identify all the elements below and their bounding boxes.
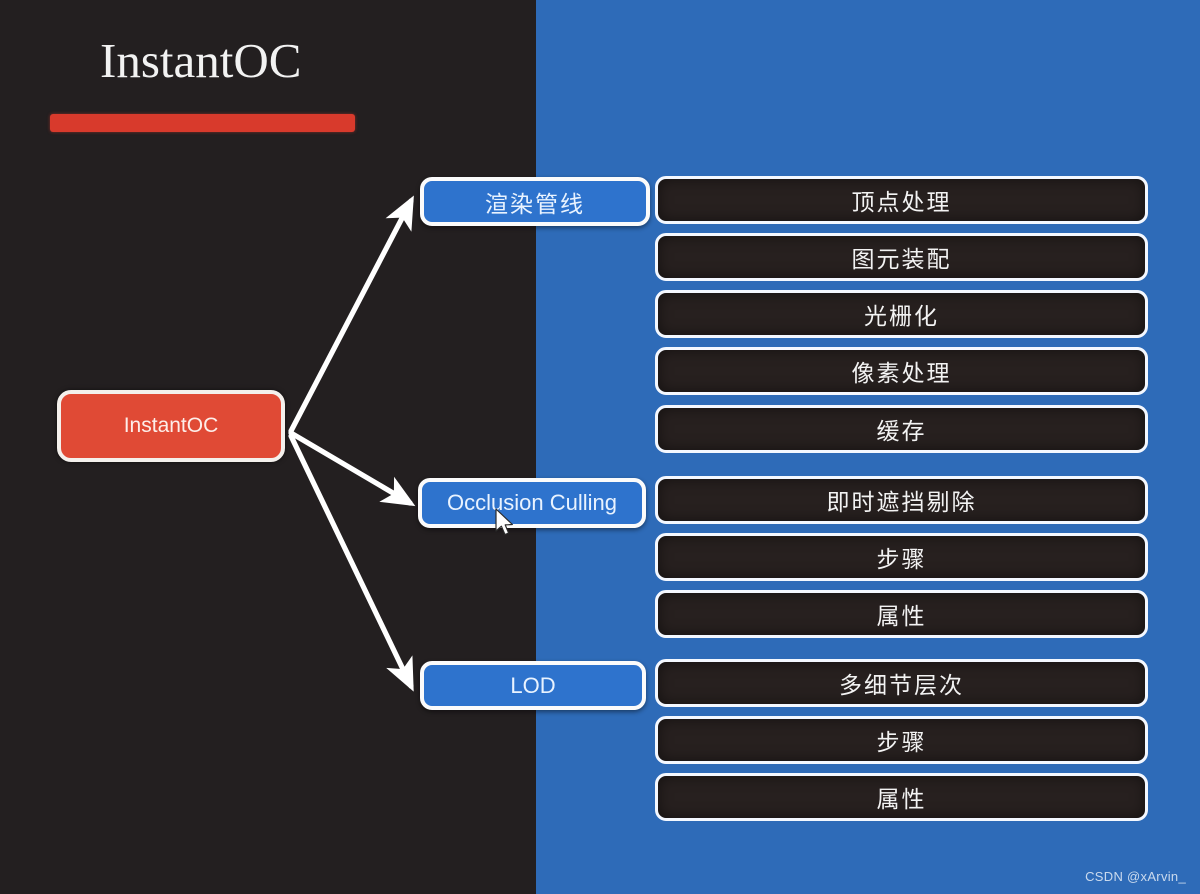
page-title: InstantOC xyxy=(100,33,302,88)
mouse-pointer-icon xyxy=(495,508,513,536)
node-leaf[interactable]: 属性 xyxy=(655,773,1148,821)
node-leaf[interactable]: 光栅化 xyxy=(655,290,1148,338)
node-leaf[interactable]: 步骤 xyxy=(655,533,1148,581)
node-root-instantoc[interactable]: InstantOC xyxy=(57,390,285,462)
node-leaf[interactable]: 顶点处理 xyxy=(655,176,1148,224)
node-leaf[interactable]: 图元装配 xyxy=(655,233,1148,281)
node-branch-rendering-pipeline[interactable]: 渲染管线 xyxy=(420,177,650,226)
node-leaf[interactable]: 即时遮挡剔除 xyxy=(655,476,1148,524)
node-leaf[interactable]: 缓存 xyxy=(655,405,1148,453)
node-branch-lod[interactable]: LOD xyxy=(420,661,646,710)
slide-canvas: InstantOC InstantOC 渲染管线 Occlusion Culli… xyxy=(0,0,1200,894)
node-leaf[interactable]: 步骤 xyxy=(655,716,1148,764)
node-branch-occlusion-culling[interactable]: Occlusion Culling xyxy=(418,478,646,528)
node-leaf[interactable]: 像素处理 xyxy=(655,347,1148,395)
title-accent-bar xyxy=(50,114,355,132)
node-leaf[interactable]: 属性 xyxy=(655,590,1148,638)
watermark: CSDN @xArvin_ xyxy=(1085,869,1186,884)
node-leaf[interactable]: 多细节层次 xyxy=(655,659,1148,707)
